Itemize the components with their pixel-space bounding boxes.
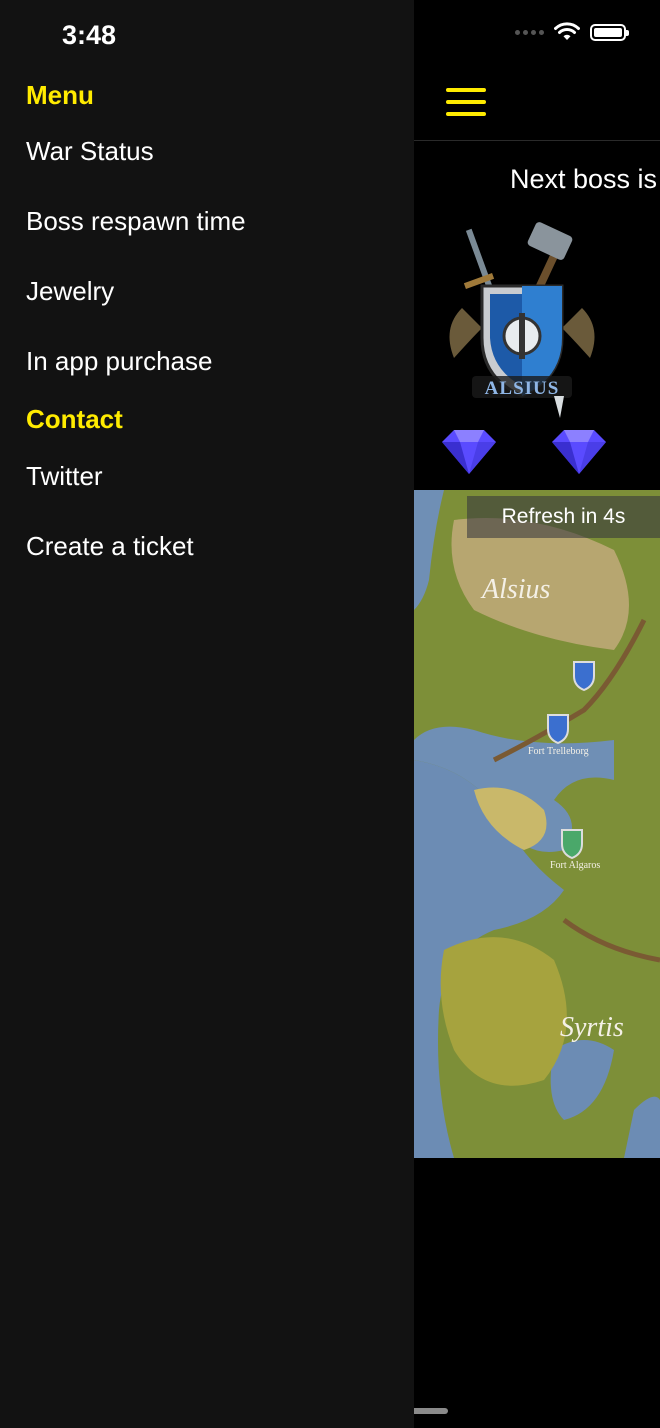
status-indicators bbox=[515, 22, 629, 42]
contact-item-twitter[interactable]: Twitter bbox=[26, 461, 103, 492]
nav-divider bbox=[414, 140, 660, 141]
contact-item-create-ticket[interactable]: Create a ticket bbox=[26, 531, 194, 562]
refresh-countdown: Refresh in 4s bbox=[467, 496, 660, 538]
war-map-image: Alsius Fort Trelleborg Fort Algaros Syrt… bbox=[414, 490, 660, 1158]
war-map[interactable]: Alsius Fort Trelleborg Fort Algaros Syrt… bbox=[414, 490, 660, 1158]
map-label-alsius: Alsius bbox=[480, 574, 551, 605]
alsius-crest-logo: ALSIUS bbox=[449, 222, 595, 418]
menu-item-jewelry[interactable]: Jewelry bbox=[26, 276, 114, 307]
crest-label: ALSIUS bbox=[485, 378, 560, 399]
menu-item-in-app-purchase[interactable]: In app purchase bbox=[26, 346, 212, 377]
map-label-syrtis: Syrtis bbox=[560, 1012, 624, 1043]
menu-item-war-status[interactable]: War Status bbox=[26, 136, 154, 167]
status-time: 3:48 bbox=[62, 20, 117, 50]
diamond-icon bbox=[442, 430, 496, 474]
wifi-icon bbox=[554, 22, 580, 40]
menu-item-boss-respawn-time[interactable]: Boss respawn time bbox=[26, 206, 246, 237]
map-label-fort-trelleborg: Fort Trelleborg bbox=[528, 746, 589, 757]
contact-heading: Contact bbox=[26, 404, 123, 434]
map-label-fort-algaros: Fort Algaros bbox=[550, 860, 600, 871]
next-boss-title: Next boss is bbox=[510, 164, 658, 194]
cellular-signal-icon bbox=[515, 29, 544, 35]
menu-heading: Menu bbox=[26, 80, 94, 110]
side-drawer: 3:48 Menu War Status Boss respawn time J… bbox=[0, 0, 414, 1428]
battery-icon bbox=[590, 23, 629, 41]
hamburger-icon[interactable] bbox=[446, 88, 486, 120]
diamond-icon bbox=[552, 430, 606, 474]
